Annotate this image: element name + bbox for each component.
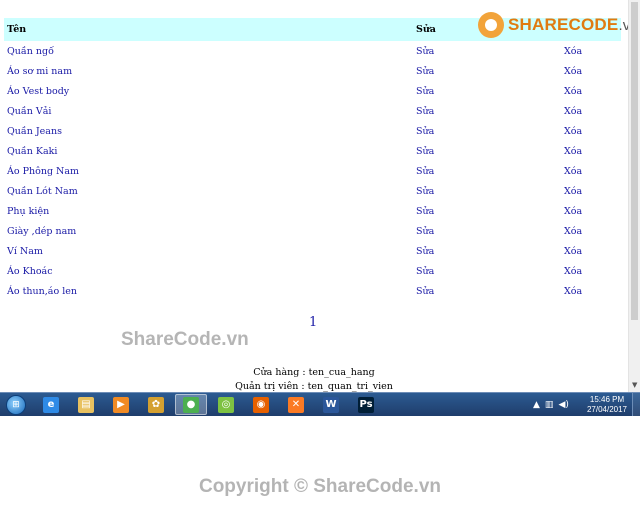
delete-link[interactable]: Xóa: [556, 161, 621, 181]
category-name-link[interactable]: Áo Phông Nam: [4, 161, 410, 181]
clock-time: 15:46 PM: [589, 395, 625, 404]
edit-link[interactable]: Sửa: [410, 281, 556, 301]
delete-link[interactable]: Xóa: [556, 101, 621, 121]
scroll-down-arrow-icon[interactable]: ▼: [632, 381, 637, 389]
table-row: Áo Phông Nam Sửa Xóa: [4, 161, 621, 181]
footer-admin: Quản trị viên : ten_quan_tri_vien: [235, 381, 393, 392]
table-row: Phụ kiện Sửa Xóa: [4, 201, 621, 221]
taskbar-app-word[interactable]: W: [315, 394, 347, 415]
delete-link[interactable]: Xóa: [556, 201, 621, 221]
delete-link[interactable]: Xóa: [556, 121, 621, 141]
table-row: Quần Jeans Sửa Xóa: [4, 121, 621, 141]
logo-brand: SHARECODE: [508, 15, 619, 34]
table-row: Áo Vest body Sửa Xóa: [4, 81, 621, 101]
browser-page: Tên Sửa Quần ngố Sửa Xóa Áo sơ mi nam Sửa Xóa…: [0, 0, 628, 392]
category-name-link[interactable]: Áo Vest body: [4, 81, 410, 101]
edit-link[interactable]: Sửa: [410, 201, 556, 221]
windows-logo-icon: ⊞: [6, 394, 26, 415]
category-name-link[interactable]: Quần Lót Nam: [4, 181, 410, 201]
start-button[interactable]: ⊞: [2, 393, 30, 416]
edit-link[interactable]: Sửa: [410, 261, 556, 281]
edit-link[interactable]: Sửa: [410, 221, 556, 241]
table-row: Ví Nam Sửa Xóa: [4, 241, 621, 261]
edit-link[interactable]: Sửa: [410, 101, 556, 121]
coc-coc-icon: ◎: [218, 396, 234, 413]
taskbar-app-firefox[interactable]: ◉: [245, 394, 277, 415]
edit-link[interactable]: Sửa: [410, 121, 556, 141]
internet-explorer-icon: e: [43, 396, 59, 413]
unikey-icon: ✿: [148, 396, 164, 413]
watermark-copyright: Copyright © ShareCode.vn: [198, 476, 442, 497]
sharecode-logo: SHARECODE.vn: [478, 11, 628, 39]
footer-store: Cửa hàng : ten_cua_hang: [253, 367, 375, 378]
table-body: Quần ngố Sửa Xóa Áo sơ mi nam Sửa Xóa Áo Vest …: [4, 41, 621, 301]
category-name-link[interactable]: Ví Nam: [4, 241, 410, 261]
show-desktop-button[interactable]: [632, 393, 640, 416]
table-row: Quần ngố Sửa Xóa: [4, 41, 621, 61]
scrollbar-thumb[interactable]: [631, 2, 638, 320]
header-name: Tên: [7, 24, 27, 35]
tray-up-arrow-icon[interactable]: ▲: [533, 400, 540, 410]
category-name-link[interactable]: Quần Jeans: [4, 121, 410, 141]
taskbar-app-internet-explorer[interactable]: e: [35, 394, 67, 415]
word-icon: W: [323, 396, 339, 413]
category-name-link[interactable]: Quần ngố: [4, 41, 410, 61]
vertical-scrollbar[interactable]: ▼: [628, 0, 640, 392]
delete-link[interactable]: Xóa: [556, 181, 621, 201]
table-row: Áo sơ mi nam Sửa Xóa: [4, 61, 621, 81]
delete-link[interactable]: Xóa: [556, 241, 621, 261]
table-row: Áo thun,áo len Sửa Xóa: [4, 281, 621, 301]
watermark-middle: ShareCode.vn: [121, 329, 249, 350]
category-name-link[interactable]: Quần Kaki: [4, 141, 410, 161]
network-icon[interactable]: ▥: [545, 400, 554, 410]
edit-link[interactable]: Sửa: [410, 61, 556, 81]
media-player-icon: ▶: [113, 396, 129, 413]
taskbar-clock[interactable]: 15:46 PM 27/04/2017: [583, 395, 631, 415]
category-name-link[interactable]: Phụ kiện: [4, 201, 410, 221]
edit-link[interactable]: Sửa: [410, 41, 556, 61]
table-row: Áo Khoác Sửa Xóa: [4, 261, 621, 281]
taskbar-app-media-player[interactable]: ▶: [105, 394, 137, 415]
edit-link[interactable]: Sửa: [410, 141, 556, 161]
firefox-icon: ◉: [253, 396, 269, 413]
logo-domain: .vn: [618, 17, 628, 34]
taskbar-app-xampp[interactable]: ✕: [280, 394, 312, 415]
taskbar-app-file-explorer[interactable]: ▤: [70, 394, 102, 415]
delete-link[interactable]: Xóa: [556, 61, 621, 81]
edit-link[interactable]: Sửa: [410, 81, 556, 101]
taskbar-app-chrome[interactable]: ●: [175, 394, 207, 415]
pagination-page-link[interactable]: 1: [309, 315, 317, 330]
file-explorer-icon: ▤: [78, 396, 94, 413]
delete-link[interactable]: Xóa: [556, 141, 621, 161]
delete-link[interactable]: Xóa: [556, 221, 621, 241]
edit-link[interactable]: Sửa: [410, 161, 556, 181]
windows-taskbar: ⊞ e ▤ ▶ ✿ ● ◎ ◉ ✕ W Ps ▲ ▥ ◀) 15:46 PM 27/04/2017: [0, 392, 640, 416]
category-name-link[interactable]: Áo Khoác: [4, 261, 410, 281]
category-name-link[interactable]: Áo sơ mi nam: [4, 61, 410, 81]
taskbar-app-coc-coc[interactable]: ◎: [210, 394, 242, 415]
category-name-link[interactable]: Giày ,dép nam: [4, 221, 410, 241]
system-tray: ▲ ▥ ◀): [533, 393, 569, 416]
product-category-table: Tên Sửa Quần ngố Sửa Xóa Áo sơ mi nam Sửa Xóa…: [4, 18, 621, 301]
delete-link[interactable]: Xóa: [556, 281, 621, 301]
volume-icon[interactable]: ◀): [558, 400, 568, 410]
delete-link[interactable]: Xóa: [556, 261, 621, 281]
category-name-link[interactable]: Áo thun,áo len: [4, 281, 410, 301]
sharecode-logo-icon: [478, 12, 504, 38]
delete-link[interactable]: Xóa: [556, 41, 621, 61]
table-row: Quần Lót Nam Sửa Xóa: [4, 181, 621, 201]
chrome-icon: ●: [183, 396, 199, 413]
xampp-icon: ✕: [288, 396, 304, 413]
edit-link[interactable]: Sửa: [410, 241, 556, 261]
taskbar-app-photoshop[interactable]: Ps: [350, 394, 382, 415]
edit-link[interactable]: Sửa: [410, 181, 556, 201]
table-row: Quần Kaki Sửa Xóa: [4, 141, 621, 161]
category-name-link[interactable]: Quần Vải: [4, 101, 410, 121]
delete-link[interactable]: Xóa: [556, 81, 621, 101]
clock-date: 27/04/2017: [586, 405, 628, 414]
taskbar-app-unikey[interactable]: ✿: [140, 394, 172, 415]
photoshop-icon: Ps: [358, 396, 374, 413]
table-row: Giày ,dép nam Sửa Xóa: [4, 221, 621, 241]
table-row: Quần Vải Sửa Xóa: [4, 101, 621, 121]
